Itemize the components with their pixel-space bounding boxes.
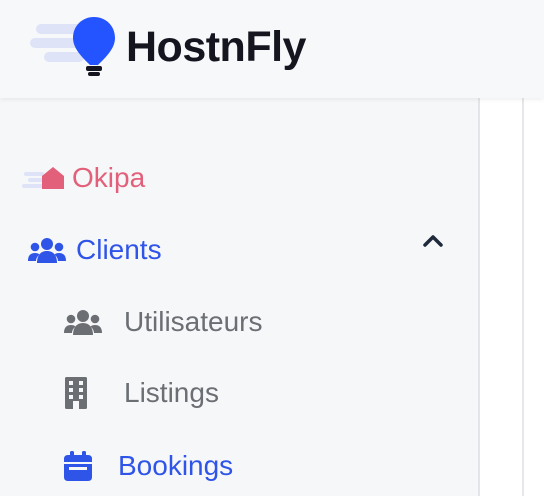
brand-name: HostnFly bbox=[126, 23, 306, 71]
sidebar-item-okipa[interactable]: Okipa bbox=[22, 160, 145, 196]
content-divider bbox=[522, 98, 524, 496]
sidebar-subitem-label: Listings bbox=[124, 377, 219, 408]
okipa-house-icon bbox=[22, 167, 64, 189]
balloon-logo-icon bbox=[30, 17, 115, 76]
sidebar bbox=[0, 98, 480, 496]
building-icon bbox=[65, 377, 87, 409]
sidebar-item-label: Okipa bbox=[72, 162, 146, 193]
sidebar-subitem-utilisateurs[interactable]: Utilisateurs bbox=[64, 304, 262, 340]
brand-logo[interactable]: HostnFly bbox=[28, 14, 338, 78]
sidebar-subitem-label: Bookings bbox=[118, 450, 234, 481]
sidebar-item-clients[interactable]: Clients bbox=[28, 232, 162, 268]
sidebar-subitem-bookings[interactable]: Bookings bbox=[64, 448, 233, 484]
main-content bbox=[480, 98, 544, 496]
top-header: HostnFly bbox=[0, 0, 544, 98]
sidebar-subitem-listings[interactable]: Listings bbox=[64, 375, 219, 411]
users-icon bbox=[28, 238, 66, 263]
sidebar-item-label: Clients bbox=[76, 234, 162, 265]
chevron-up-icon[interactable] bbox=[420, 228, 446, 254]
calendar-icon bbox=[64, 451, 92, 481]
sidebar-subitem-label: Utilisateurs bbox=[124, 306, 263, 337]
users-icon bbox=[64, 310, 102, 335]
